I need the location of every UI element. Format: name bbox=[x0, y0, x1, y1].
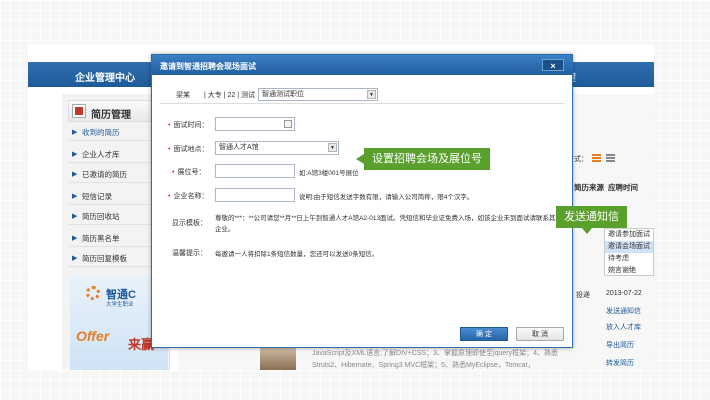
arrow-right-icon: ▶ bbox=[72, 129, 78, 136]
candidate-name: 梁某 bbox=[176, 92, 190, 99]
arrow-right-icon: ▶ bbox=[72, 171, 78, 178]
booth-setting-callout: 设置招聘会场及展位号 bbox=[356, 148, 490, 170]
company-label-text: 企业名称： bbox=[173, 193, 209, 200]
cancel-button[interactable]: 取 消 bbox=[516, 327, 564, 341]
sidebar-item-label: 简历回收站 bbox=[82, 212, 120, 221]
calendar-icon[interactable] bbox=[284, 120, 292, 128]
arrow-right-icon: ▶ bbox=[72, 193, 78, 200]
send-notice-link[interactable]: 发送通知信 bbox=[606, 306, 641, 316]
column-header-source[interactable]: 简历来源 bbox=[574, 182, 604, 193]
arrow-right-icon: ▶ bbox=[72, 151, 78, 158]
grid-view-icon[interactable] bbox=[592, 154, 601, 162]
app-title: 企业管理中心 bbox=[75, 73, 135, 84]
booth-label-text: 展位号： bbox=[177, 169, 206, 176]
menu-item-invite-interview[interactable]: 邀请参加面试 bbox=[605, 229, 653, 241]
template-text: 尊敬的***：**公司请您**月**日上午到智通人才A馆A2-013面试。凭短信… bbox=[215, 215, 563, 233]
booth-input[interactable] bbox=[215, 164, 295, 178]
required-marker: • bbox=[168, 122, 171, 129]
reminder-label: 温馨提示： bbox=[172, 250, 207, 257]
arrow-right-icon: ▶ bbox=[72, 235, 78, 242]
list-view-icon[interactable] bbox=[606, 154, 615, 162]
required-marker: • bbox=[168, 193, 171, 200]
required-marker: • bbox=[172, 169, 175, 176]
confirm-button[interactable]: 确 定 bbox=[460, 327, 508, 341]
sidebar-item-label: 简历黑名单 bbox=[82, 234, 120, 243]
row-source: 投递 bbox=[576, 292, 590, 299]
interview-place-select[interactable]: 智通人才A馆 ▼ bbox=[215, 141, 339, 155]
forward-resume-link[interactable]: 转发简历 bbox=[606, 358, 634, 368]
interview-place-label: • 面试地点： bbox=[168, 144, 208, 154]
template-label: 显示模板： bbox=[172, 220, 207, 227]
menu-item-consider[interactable]: 待考虑 bbox=[605, 253, 653, 265]
sidebar-section-title: 简历管理 bbox=[91, 110, 131, 121]
sidebar-item-label: 企业人才库 bbox=[82, 150, 120, 159]
close-button[interactable]: × bbox=[542, 59, 564, 71]
promo-subtitle: 大学生职业 bbox=[106, 302, 134, 308]
export-resume-link[interactable]: 导出简历 bbox=[606, 340, 634, 350]
brand-logo-icon bbox=[86, 286, 100, 300]
column-header-apply-time[interactable]: 应聘时间 bbox=[608, 182, 638, 193]
position-select-value: 智通测试职位 bbox=[262, 91, 304, 98]
required-marker: • bbox=[168, 146, 171, 153]
interview-time-label: • 面试时间： bbox=[168, 120, 208, 130]
sidebar-item-label: 已邀请的简历 bbox=[82, 170, 127, 179]
resume-text-line: JavaScript及XML语言;了解DIV+CSS；3、掌握原理即使至jque… bbox=[312, 350, 559, 357]
arrow-right-icon: ▶ bbox=[72, 213, 78, 220]
sidebar-item-label: 收到的简历 bbox=[82, 128, 120, 137]
row-date: 2013-07-22 bbox=[606, 290, 642, 297]
interview-place-label-text: 面试地点： bbox=[173, 146, 209, 153]
chevron-down-icon: ▼ bbox=[367, 90, 376, 99]
menu-item-invite-venue-interview[interactable]: 邀请会场面试 bbox=[605, 241, 653, 253]
sidebar-item-label: 简历回复模板 bbox=[82, 254, 127, 263]
chevron-down-icon: ▼ bbox=[328, 143, 337, 152]
booth-label: • 展位号： bbox=[172, 167, 205, 177]
interview-time-input[interactable] bbox=[215, 117, 295, 131]
dialog-divider bbox=[160, 103, 564, 104]
menu-item-decline[interactable]: 婉言谢绝 bbox=[605, 265, 653, 277]
booth-hint: 如:A馆3楼001号展位 bbox=[299, 170, 359, 177]
action-dropdown-menu: 邀请参加面试 邀请会场面试 待考虑 婉言谢绝 bbox=[604, 228, 654, 276]
resume-text-line: Struts2、Hibernate、Spring3 MVC框架；5、熟悉MyEc… bbox=[312, 362, 535, 369]
invite-interview-dialog: 邀请到智通招聘会现场面试 × 梁某 | 大专 | 22 | 测试 智通测试职位 … bbox=[151, 54, 573, 348]
arrow-right-icon: ▶ bbox=[72, 255, 78, 262]
sidebar-item-label: 短信记录 bbox=[82, 192, 112, 201]
company-name-input[interactable] bbox=[215, 188, 295, 202]
dialog-title-bar[interactable]: 邀请到智通招聘会现场面试 × bbox=[152, 55, 572, 75]
reminder-text: 每邀请一人将扣除1条短信数量，您还可以发送0条短信。 bbox=[215, 251, 379, 258]
position-select[interactable]: 智通测试职位 ▼ bbox=[258, 88, 378, 101]
add-talent-pool-link[interactable]: 放入人才库 bbox=[606, 322, 641, 332]
interview-time-label-text: 面试时间： bbox=[173, 122, 209, 129]
promo-offer-text: Offer bbox=[76, 328, 110, 344]
candidate-info: | 大专 | 22 | 测试 bbox=[204, 92, 255, 99]
company-label: • 企业名称： bbox=[168, 191, 208, 201]
resume-icon bbox=[73, 105, 85, 117]
company-hint: 说明:由于短信发送字数有限，请输入公司简称，限4个汉字。 bbox=[299, 194, 474, 201]
interview-place-value: 智通人才A馆 bbox=[219, 144, 259, 151]
dialog-title: 邀请到智通招聘会现场面试 bbox=[160, 62, 256, 71]
send-notice-callout: 发送通知信 bbox=[556, 206, 627, 234]
